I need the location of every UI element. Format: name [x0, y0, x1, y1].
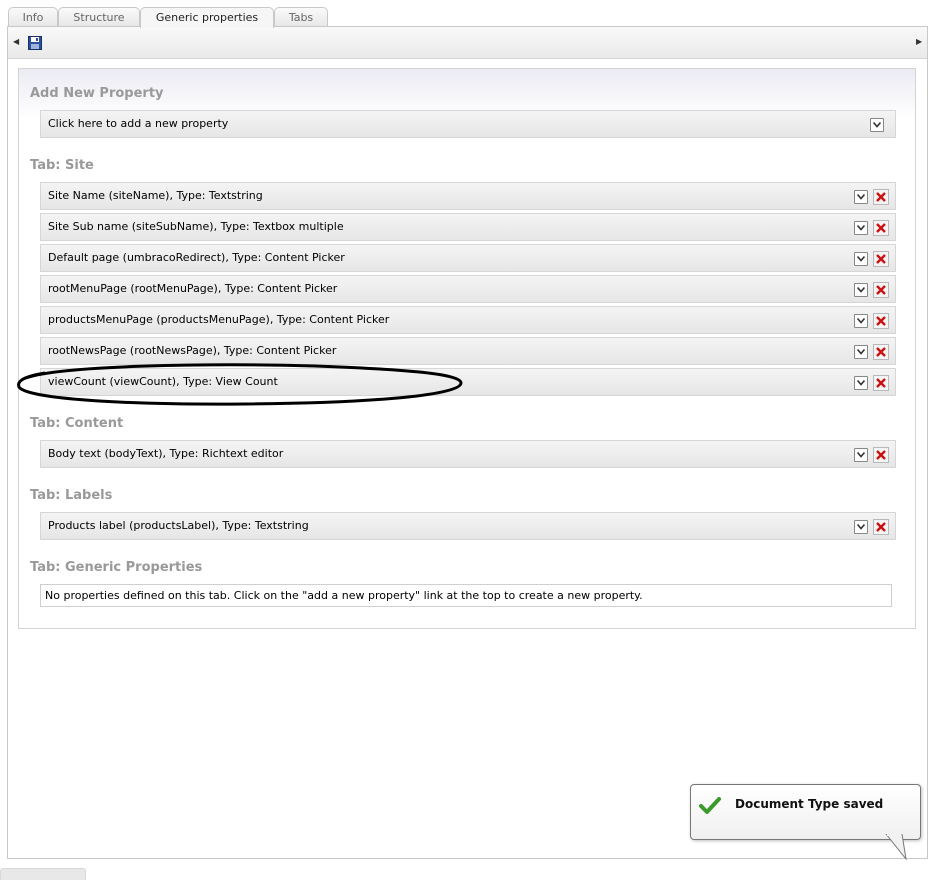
property-label: Products label (productsLabel), Type: Te…: [48, 519, 309, 532]
tab-tabs[interactable]: Tabs: [274, 7, 328, 27]
chevron-down-icon[interactable]: [854, 221, 868, 235]
notification-message: Document Type saved: [735, 797, 884, 811]
chevron-down-icon[interactable]: [854, 314, 868, 328]
add-property-row[interactable]: Click here to add a new property: [40, 110, 896, 138]
document-type-editor: ◀ ▶ Add New Property Click here to add a…: [7, 26, 928, 859]
property-label: Body text (bodyText), Type: Richtext edi…: [48, 447, 284, 460]
property-row[interactable]: productsMenuPage (productsMenuPage), Typ…: [40, 306, 896, 334]
group-title-generic: Tab: Generic Properties: [30, 560, 203, 575]
delete-icon[interactable]: [873, 447, 889, 463]
property-row[interactable]: Products label (productsLabel), Type: Te…: [40, 512, 896, 540]
property-label: rootMenuPage (rootMenuPage), Type: Conte…: [48, 282, 338, 295]
property-row[interactable]: Body text (bodyText), Type: Richtext edi…: [40, 440, 896, 468]
chevron-down-icon[interactable]: [854, 252, 868, 266]
chevron-down-icon[interactable]: [854, 376, 868, 390]
chevron-down-icon[interactable]: [854, 448, 868, 462]
group-title-content: Tab: Content: [30, 416, 124, 431]
properties-panel: Add New Property Click here to add a new…: [18, 68, 916, 629]
property-row[interactable]: Default page (umbracoRedirect), Type: Co…: [40, 244, 896, 272]
save-icon[interactable]: [28, 36, 42, 50]
property-label: Site Sub name (siteSubName), Type: Textb…: [48, 220, 344, 233]
delete-icon[interactable]: [873, 344, 889, 360]
group-title-labels: Tab: Labels: [30, 488, 113, 503]
property-row[interactable]: Site Sub name (siteSubName), Type: Textb…: [40, 213, 896, 241]
group-title-site: Tab: Site: [30, 158, 94, 173]
property-label: Default page (umbracoRedirect), Type: Co…: [48, 251, 345, 264]
chevron-down-icon[interactable]: [854, 190, 868, 204]
bottom-tab: [0, 868, 86, 880]
delete-icon[interactable]: [873, 375, 889, 391]
property-row[interactable]: Site Name (siteName), Type: Textstring: [40, 182, 896, 210]
property-label: viewCount (viewCount), Type: View Count: [48, 375, 278, 388]
delete-icon[interactable]: [873, 189, 889, 205]
delete-icon[interactable]: [873, 519, 889, 535]
tab-structure[interactable]: Structure: [58, 7, 140, 27]
empty-tab-text: No properties defined on this tab. Click…: [45, 589, 643, 602]
chevron-down-icon[interactable]: [854, 283, 868, 297]
delete-icon[interactable]: [873, 251, 889, 267]
delete-icon[interactable]: [873, 220, 889, 236]
empty-tab-message: No properties defined on this tab. Click…: [40, 584, 892, 607]
scroll-left-icon[interactable]: ◀: [13, 37, 19, 46]
delete-icon[interactable]: [873, 282, 889, 298]
add-property-label: Click here to add a new property: [48, 117, 229, 130]
property-label: productsMenuPage (productsMenuPage), Typ…: [48, 313, 390, 326]
tab-generic-properties[interactable]: Generic properties: [140, 7, 274, 28]
toolbar: ◀ ▶: [8, 27, 927, 59]
toast-pointer: [885, 834, 907, 860]
tab-info[interactable]: Info: [8, 7, 58, 27]
chevron-down-icon[interactable]: [854, 345, 868, 359]
chevron-down-icon[interactable]: [870, 118, 884, 132]
checkmark-icon: [699, 797, 721, 818]
property-label: rootNewsPage (rootNewsPage), Type: Conte…: [48, 344, 337, 357]
property-label: Site Name (siteName), Type: Textstring: [48, 189, 263, 202]
property-row-viewcount[interactable]: viewCount (viewCount), Type: View Count: [40, 368, 896, 396]
delete-icon[interactable]: [873, 313, 889, 329]
property-row[interactable]: rootMenuPage (rootMenuPage), Type: Conte…: [40, 275, 896, 303]
property-row[interactable]: rootNewsPage (rootNewsPage), Type: Conte…: [40, 337, 896, 365]
add-property-title: Add New Property: [30, 86, 164, 101]
chevron-down-icon[interactable]: [854, 520, 868, 534]
notification-toast: Document Type saved: [690, 784, 921, 840]
scroll-right-icon[interactable]: ▶: [916, 37, 922, 46]
